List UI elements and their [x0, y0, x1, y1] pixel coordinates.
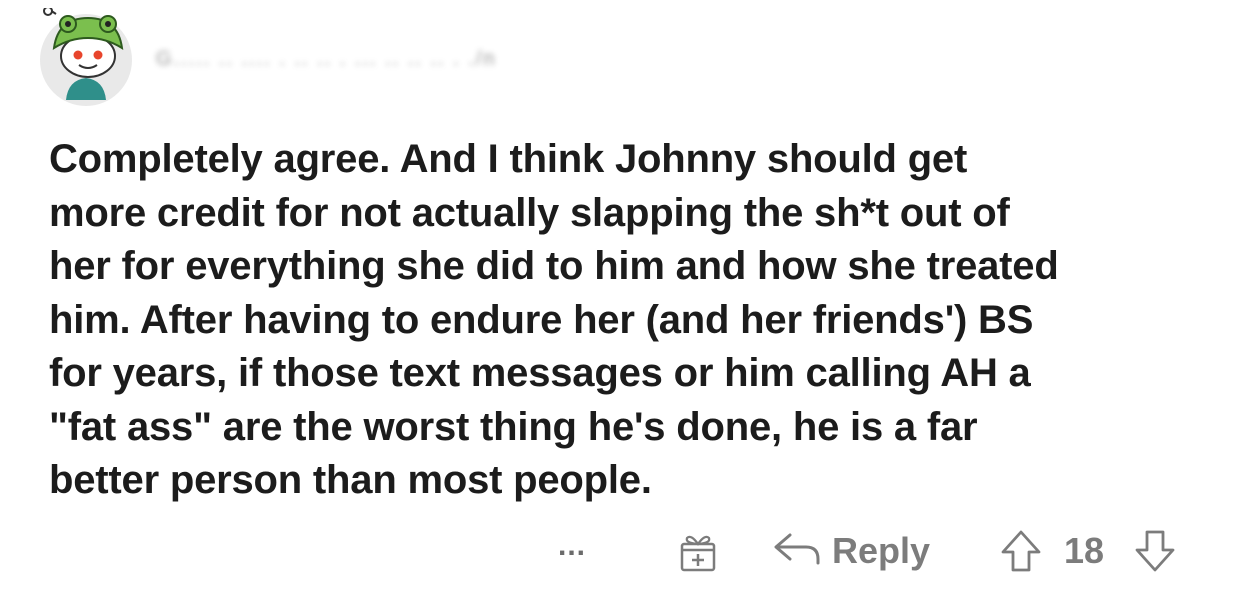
vote-count: 18	[1064, 530, 1105, 571]
gift-award-icon	[680, 535, 716, 572]
award-button[interactable]	[675, 528, 721, 574]
reply-arrow-icon	[774, 533, 820, 565]
more-options-button[interactable]: ...	[558, 526, 608, 566]
username[interactable]: G..... .. .... . .. .. . ... .. .. .. . …	[156, 48, 716, 78]
comment-header: G..... .. .... . .. .. . ... .. .. .. . …	[36, 6, 736, 108]
comment-body: Completely agree. And I think Johnny sho…	[49, 137, 1059, 502]
reply-label: Reply	[832, 530, 931, 571]
comment-actions: ... Reply 18	[540, 520, 1240, 584]
snoo-avatar-icon	[40, 6, 132, 106]
upvote-button[interactable]	[998, 528, 1044, 574]
user-avatar[interactable]	[36, 6, 136, 108]
arrow-down-icon	[1135, 530, 1175, 572]
downvote-button[interactable]	[1132, 528, 1178, 574]
arrow-up-icon	[1001, 530, 1041, 572]
